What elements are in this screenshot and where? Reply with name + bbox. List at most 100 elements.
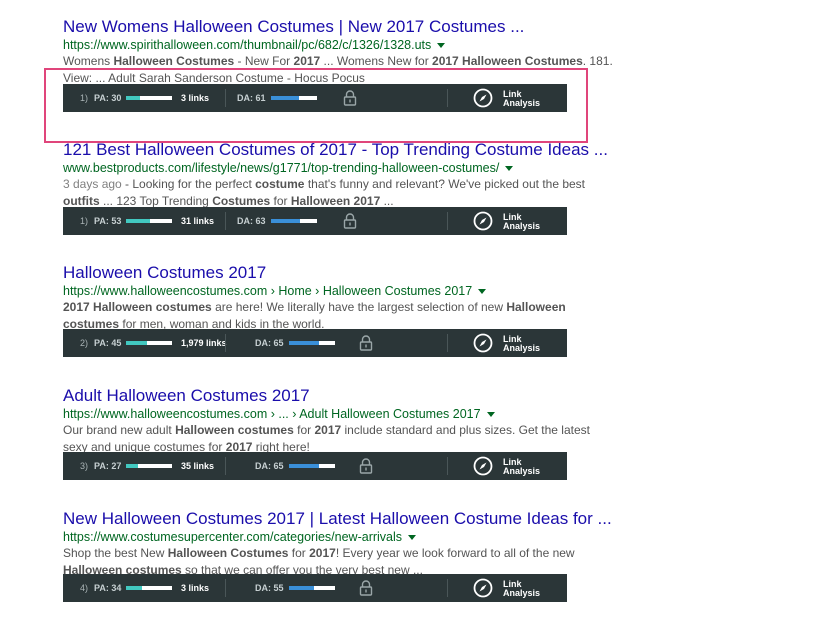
search-result: New Halloween Costumes 2017 | Latest Hal… xyxy=(63,508,623,579)
page-authority-fill xyxy=(126,464,139,468)
snippet-bold-term: Halloween Costumes xyxy=(113,54,235,68)
snippet-text: Womens xyxy=(63,54,114,68)
page-authority-bar xyxy=(126,464,172,468)
snippet-text: ! Every year we look forward to all of t… xyxy=(335,546,575,560)
lock-icon xyxy=(359,580,373,596)
page-authority-fill xyxy=(126,219,151,223)
result-title-link[interactable]: New Womens Halloween Costumes | New 2017… xyxy=(63,16,623,37)
domain-authority-fill xyxy=(289,341,319,345)
link-analysis-label: Analysis xyxy=(503,466,541,476)
mozbar-divider xyxy=(225,457,226,475)
snippet-text: - Looking for the perfect xyxy=(121,177,256,191)
compass-icon[interactable] xyxy=(473,333,493,353)
snippet-text: are here! We literally have the largest … xyxy=(211,300,507,314)
snippet-line: 3 days ago - Looking for the perfect cos… xyxy=(63,176,623,193)
result-date: 3 days ago xyxy=(63,177,122,191)
url-dropdown-caret-icon[interactable] xyxy=(408,535,417,541)
mozbar-divider xyxy=(447,212,448,230)
mozbar-strip: 2) PA: 45 1,979 links DA: 65 Link Analysis xyxy=(63,329,567,357)
result-snippet: Our brand new adult Halloween costumes f… xyxy=(63,422,623,456)
snippet-text: ... xyxy=(380,194,394,208)
result-url-text[interactable]: https://www.costumesupercenter.com/categ… xyxy=(63,530,402,544)
page-authority-label: PA: 27 xyxy=(94,461,122,471)
result-url: www.bestproducts.com/lifestyle/news/g177… xyxy=(63,160,623,176)
domain-authority-bar xyxy=(289,586,335,590)
snippet-line: 2017 Halloween costumes are here! We lit… xyxy=(63,299,623,316)
link-analysis-button[interactable]: Link Analysis xyxy=(503,458,540,476)
result-url: https://www.halloweencostumes.com › Home… xyxy=(63,283,623,299)
mozbar-divider xyxy=(225,334,226,352)
result-url-text[interactable]: www.bestproducts.com/lifestyle/news/g177… xyxy=(63,161,499,175)
url-dropdown-caret-icon[interactable] xyxy=(505,166,514,172)
result-title-link[interactable]: Halloween Costumes 2017 xyxy=(63,262,623,283)
link-count[interactable]: 1,979 links xyxy=(181,329,227,357)
compass-icon[interactable] xyxy=(473,456,493,476)
page-authority-label: PA: 53 xyxy=(94,216,122,226)
snippet-bold-term: 2017 Halloween Costumes xyxy=(432,54,583,68)
page-authority-label: PA: 45 xyxy=(94,338,122,348)
result-snippet: 3 days ago - Looking for the perfect cos… xyxy=(63,176,623,210)
domain-authority-fill xyxy=(289,464,319,468)
mozbar-rank: 1) xyxy=(80,216,89,226)
result-url: https://www.halloweencostumes.com › ... … xyxy=(63,406,623,422)
mozbar-rank: 3) xyxy=(80,461,89,471)
search-result: 121 Best Halloween Costumes of 2017 - To… xyxy=(63,139,623,210)
compass-icon[interactable] xyxy=(473,578,493,598)
link-analysis-label: Analysis xyxy=(503,221,541,231)
link-count[interactable]: 3 links xyxy=(181,574,209,602)
result-url: https://www.spirithalloween.com/thumbnai… xyxy=(63,37,623,53)
result-url-text[interactable]: https://www.halloweencostumes.com › ... … xyxy=(63,407,481,421)
mozbar-divider xyxy=(447,334,448,352)
domain-authority-fill xyxy=(289,586,315,590)
snippet-text: Our brand new adult xyxy=(63,423,176,437)
url-dropdown-caret-icon[interactable] xyxy=(486,412,495,418)
url-dropdown-caret-icon[interactable] xyxy=(437,43,446,49)
link-analysis-button[interactable]: Link Analysis xyxy=(503,213,540,231)
link-analysis-button[interactable]: Link Analysis xyxy=(503,580,540,598)
domain-authority-label: DA: 55 xyxy=(255,583,284,593)
mozbar-divider xyxy=(447,457,448,475)
snippet-text: Shop the best New xyxy=(63,546,168,560)
page-authority-label: PA: 34 xyxy=(94,583,122,593)
link-count[interactable]: 35 links xyxy=(181,452,214,480)
url-dropdown-caret-icon[interactable] xyxy=(478,289,487,295)
mozbar-strip: 1) PA: 53 31 links DA: 63 Link Analysis xyxy=(63,207,567,235)
search-result: Adult Halloween Costumes 2017 https://www… xyxy=(63,385,623,456)
mozbar-strip: 3) PA: 27 35 links DA: 65 Link Analysis xyxy=(63,452,567,480)
link-count[interactable]: 31 links xyxy=(181,207,214,235)
result-title-link[interactable]: Adult Halloween Costumes 2017 xyxy=(63,385,623,406)
snippet-text: for xyxy=(288,546,310,560)
page-authority-bar xyxy=(126,219,172,223)
snippet-bold-term: Halloween xyxy=(506,300,566,314)
link-analysis-button[interactable]: Link Analysis xyxy=(503,335,540,353)
snippet-bold-term: 2017 Halloween costumes xyxy=(63,300,212,314)
snippet-bold-term: 2017 xyxy=(309,546,336,560)
mozbar-rank: 2) xyxy=(80,338,89,348)
mozbar-divider xyxy=(225,212,226,230)
snippet-text: ... Womens New for xyxy=(320,54,433,68)
snippet-line: Shop the best New Halloween Costumes for… xyxy=(63,545,623,562)
search-result: Halloween Costumes 2017 https://www.hallo… xyxy=(63,262,623,333)
snippet-bold-term: Costumes xyxy=(212,194,271,208)
result-url-text[interactable]: https://www.halloweencostumes.com › Home… xyxy=(63,284,472,298)
result-title-link[interactable]: New Halloween Costumes 2017 | Latest Hal… xyxy=(63,508,623,529)
compass-icon[interactable] xyxy=(473,211,493,231)
snippet-line: Our brand new adult Halloween costumes f… xyxy=(63,422,623,439)
snippet-bold-term: Halloween 2017 xyxy=(290,194,381,208)
link-analysis-label: Analysis xyxy=(503,343,541,353)
snippet-text: for xyxy=(293,423,315,437)
result-snippet: 2017 Halloween costumes are here! We lit… xyxy=(63,299,623,333)
snippet-text: include standard and plus sizes. Get the… xyxy=(341,423,590,437)
mozbar-divider xyxy=(447,579,448,597)
snippet-bold-term: 2017 xyxy=(293,54,321,68)
domain-authority-fill xyxy=(271,219,300,223)
mozbar-strip: 4) PA: 34 3 links DA: 55 Link Analysis xyxy=(63,574,567,602)
page-authority-fill xyxy=(126,586,142,590)
domain-authority-bar xyxy=(289,341,335,345)
result-url: https://www.costumesupercenter.com/categ… xyxy=(63,529,623,545)
snippet-text: for xyxy=(270,194,291,208)
domain-authority-bar xyxy=(271,219,317,223)
domain-authority-label: DA: 65 xyxy=(255,461,284,471)
snippet-bold-term: 2017 xyxy=(314,423,342,437)
result-url-text[interactable]: https://www.spirithalloween.com/thumbnai… xyxy=(63,38,431,52)
